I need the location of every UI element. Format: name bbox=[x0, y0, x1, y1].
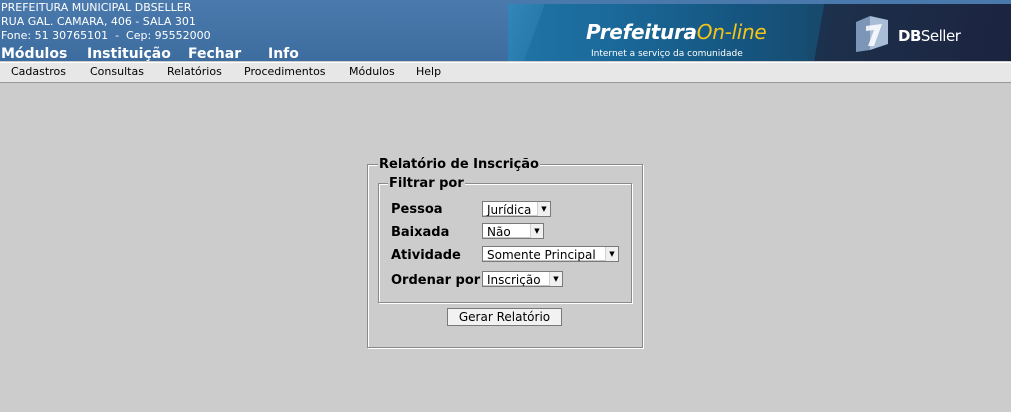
prefeitura-online-logo: PrefeituraOn-line bbox=[586, 20, 767, 44]
filter-fieldset-title: Filtrar por bbox=[388, 176, 465, 191]
report-form-panel: Relatório de Inscrição Filtrar por Pesso… bbox=[367, 158, 643, 348]
pessoa-select[interactable]: Jurídica ▼ bbox=[482, 201, 551, 217]
top-menu-instituicao[interactable]: Instituição bbox=[87, 46, 171, 61]
ordenar-por-select[interactable]: Inscrição ▼ bbox=[482, 271, 563, 287]
institution-phone-cep: Fone: 51 30765101 - Cep: 95552000 bbox=[1, 29, 211, 42]
menu-help[interactable]: Help bbox=[416, 65, 441, 78]
baixada-select-value: Não bbox=[487, 225, 511, 239]
pessoa-label: Pessoa bbox=[391, 202, 443, 217]
institution-address: RUA GAL. CAMARA, 406 - SALA 301 bbox=[1, 15, 196, 28]
menu-modulos[interactable]: Módulos bbox=[349, 65, 395, 78]
filter-fieldset: Filtrar por Pessoa Jurídica ▼ Baixada Nã… bbox=[378, 177, 632, 303]
dbseller-banner: DBSeller bbox=[808, 4, 1011, 61]
banner-wave-decoration bbox=[508, 4, 568, 61]
menu-relatorios[interactable]: Relatórios bbox=[167, 65, 222, 78]
menu-procedimentos[interactable]: Procedimentos bbox=[244, 65, 326, 78]
atividade-label: Atividade bbox=[391, 248, 461, 263]
logo-text-main: Prefeitura bbox=[586, 20, 697, 44]
baixada-label: Baixada bbox=[391, 225, 450, 240]
logo-text-accent: On-line bbox=[696, 20, 767, 44]
dbseller-text-rest: Seller bbox=[920, 27, 961, 45]
banner-slant-decoration bbox=[808, 4, 838, 61]
menu-cadastros[interactable]: Cadastros bbox=[11, 65, 66, 78]
prefeitura-online-banner: PrefeituraOn-line Internet a serviço da … bbox=[508, 4, 838, 61]
dropdown-arrow-icon: ▼ bbox=[549, 272, 562, 286]
pessoa-select-value: Jurídica bbox=[487, 203, 532, 217]
dbseller-text-bold: DB bbox=[898, 27, 921, 45]
gerar-relatorio-button[interactable]: Gerar Relatório bbox=[447, 308, 562, 326]
dropdown-arrow-icon: ▼ bbox=[537, 202, 550, 216]
dbseller-logo-text: DBSeller bbox=[898, 27, 961, 45]
menu-bar: Cadastros Consultas Relatórios Procedime… bbox=[0, 62, 1011, 83]
atividade-select-value: Somente Principal bbox=[487, 248, 596, 262]
ordenar-por-label: Ordenar por bbox=[391, 273, 481, 288]
top-menu-info[interactable]: Info bbox=[268, 46, 299, 61]
top-menu-modulos[interactable]: Módulos bbox=[1, 46, 67, 61]
top-menu-fechar[interactable]: Fechar bbox=[188, 46, 241, 61]
menu-consultas[interactable]: Consultas bbox=[90, 65, 144, 78]
form-title: Relatório de Inscrição bbox=[378, 157, 540, 172]
dbseller-logo-icon bbox=[856, 16, 888, 52]
baixada-select[interactable]: Não ▼ bbox=[482, 223, 544, 239]
dropdown-arrow-icon: ▼ bbox=[605, 247, 618, 261]
banner-slogan: Internet a serviço da comunidade bbox=[591, 49, 743, 59]
institution-name: PREFEITURA MUNICIPAL DBSELLER bbox=[1, 1, 192, 14]
ordenar-por-select-value: Inscrição bbox=[487, 273, 541, 287]
dropdown-arrow-icon: ▼ bbox=[530, 224, 543, 238]
atividade-select[interactable]: Somente Principal ▼ bbox=[482, 246, 619, 262]
header-banner: PREFEITURA MUNICIPAL DBSELLER RUA GAL. C… bbox=[0, 0, 1011, 61]
